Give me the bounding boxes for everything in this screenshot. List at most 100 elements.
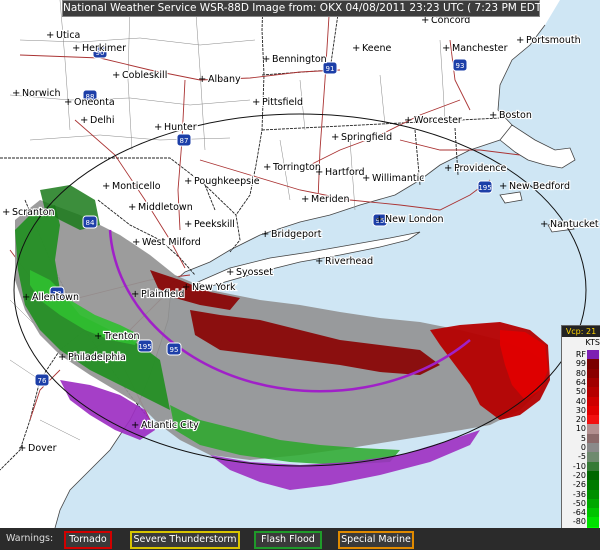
title-bar: National Weather Service WSR-88D Image f… — [62, 0, 545, 17]
city-label: Meriden — [311, 194, 349, 205]
city-marker: + — [102, 181, 110, 192]
city-marker: + — [2, 207, 10, 218]
city-label: Providence — [454, 163, 506, 174]
city-marker: + — [12, 88, 20, 99]
warnings-label: Warnings: — [6, 533, 54, 544]
city-marker: + — [112, 70, 120, 81]
city-label: Cobleskill — [122, 70, 167, 81]
city-marker: + — [80, 115, 88, 126]
city-label: Willimantic — [372, 173, 424, 184]
city-label: Middletown — [138, 202, 193, 213]
city-label: Philadelphia — [68, 352, 126, 363]
city-label: Delhi — [90, 115, 114, 126]
interstate-shield-number: 195 — [478, 184, 491, 192]
legend-unit-label: KTS — [585, 338, 600, 347]
city-label: West Milford — [142, 237, 201, 248]
city-marker: + — [516, 35, 524, 46]
city-label: Bennington — [272, 54, 327, 65]
city-marker: + — [132, 237, 140, 248]
city-label: Norwich — [22, 88, 60, 99]
title-text: National Weather Service WSR-88D Image f… — [63, 2, 546, 14]
city-marker: + — [94, 331, 102, 342]
interstate-shield-number: 93 — [456, 62, 465, 70]
interstate-shield-number: 76 — [38, 377, 47, 385]
city-label: Manchester — [452, 43, 508, 54]
city-label: Herkimer — [82, 43, 126, 54]
city-label: Monticello — [112, 181, 161, 192]
warning-special-marine[interactable]: Special Marine — [338, 531, 414, 549]
city-label: Allentown — [32, 292, 79, 303]
city-label: Albany — [208, 74, 241, 85]
city-marker: + — [442, 43, 450, 54]
city-label: Keene — [362, 43, 391, 54]
city-marker: + — [315, 256, 323, 267]
city-marker: + — [252, 97, 260, 108]
city-marker: + — [331, 132, 339, 143]
city-label: Poughkeepsie — [194, 176, 260, 187]
city-label: Boston — [499, 110, 532, 121]
city-marker: + — [72, 43, 80, 54]
city-label: Peekskill — [194, 219, 235, 230]
city-marker: + — [301, 194, 309, 205]
city-label: Atlantic City — [141, 420, 199, 431]
radar-image-frame: 90 88 91 93 87 84 95 195 78 195 76 95 + Utica + Herkim… — [0, 0, 600, 550]
city-marker: + — [64, 97, 72, 108]
city-label: Nantucket — [550, 219, 599, 230]
city-marker: + — [198, 74, 206, 85]
interstate-shield-number: 87 — [180, 137, 189, 145]
city-marker: + — [362, 173, 370, 184]
city-marker: + — [540, 219, 548, 230]
city-label: Torrington — [272, 162, 321, 173]
city-marker: + — [226, 267, 234, 278]
city-label: Scranton — [12, 207, 55, 218]
city-label: Oneonta — [74, 97, 115, 108]
city-marker: + — [58, 352, 66, 363]
radar-map: 908891 938784 95195781957695 + Utica+ Herkim… — [0, 0, 600, 528]
city-label: Portsmouth — [526, 35, 581, 46]
city-marker: + — [263, 162, 271, 173]
interstate-shield-number: 195 — [138, 343, 151, 351]
interstate-shield-number: 95 — [170, 346, 179, 354]
city-marker: + — [404, 115, 412, 126]
city-label: New York — [192, 282, 236, 293]
city-marker: + — [261, 229, 269, 240]
interstate-shield-number: 91 — [326, 65, 335, 73]
city-label: Springfield — [341, 132, 392, 143]
city-marker: + — [315, 167, 323, 178]
city-label: Riverhead — [325, 256, 373, 267]
city-marker: + — [22, 292, 30, 303]
city-marker: + — [46, 30, 54, 41]
city-label: New Bedford — [509, 181, 570, 192]
interstate-shield-number: 84 — [86, 219, 95, 227]
city-label: Pittsfield — [262, 97, 303, 108]
city-label: Worcester — [414, 115, 462, 126]
city-marker: + — [128, 202, 136, 213]
city-marker: + — [375, 214, 383, 225]
city-marker: + — [154, 122, 162, 133]
city-marker: + — [184, 219, 192, 230]
city-label: Dover — [28, 443, 57, 454]
city-marker: + — [182, 282, 190, 293]
city-label: Utica — [56, 30, 80, 41]
city-marker: + — [352, 43, 360, 54]
city-label: Hunter — [164, 122, 197, 133]
warning-tornado[interactable]: Tornado — [64, 531, 112, 549]
warnings-bar: Warnings: Tornado Severe Thunderstorm Fl… — [0, 528, 600, 550]
city-marker: + — [262, 54, 270, 65]
warning-severe-thunderstorm[interactable]: Severe Thunderstorm — [130, 531, 240, 549]
city-label: Trenton — [103, 331, 140, 342]
city-marker: + — [184, 176, 192, 187]
city-marker: + — [131, 289, 139, 300]
velocity-legend: Vcp: 21 KTS RF 99 80 64 50 40 30 20 10 5 0 -5 -10 -20… — [561, 325, 600, 548]
legend-vcp-label: Vcp: 21 — [562, 326, 600, 337]
city-label: Plainfield — [141, 289, 184, 300]
city-marker: + — [499, 181, 507, 192]
warning-flash-flood[interactable]: Flash Flood — [254, 531, 322, 549]
city-marker: + — [131, 420, 139, 431]
city-label: New London — [385, 214, 444, 225]
city-label: Hartford — [325, 167, 365, 178]
city-marker: + — [489, 110, 497, 121]
city-marker: + — [18, 443, 26, 454]
city-label: Bridgeport — [271, 229, 322, 240]
city-label: Syosset — [236, 267, 273, 278]
